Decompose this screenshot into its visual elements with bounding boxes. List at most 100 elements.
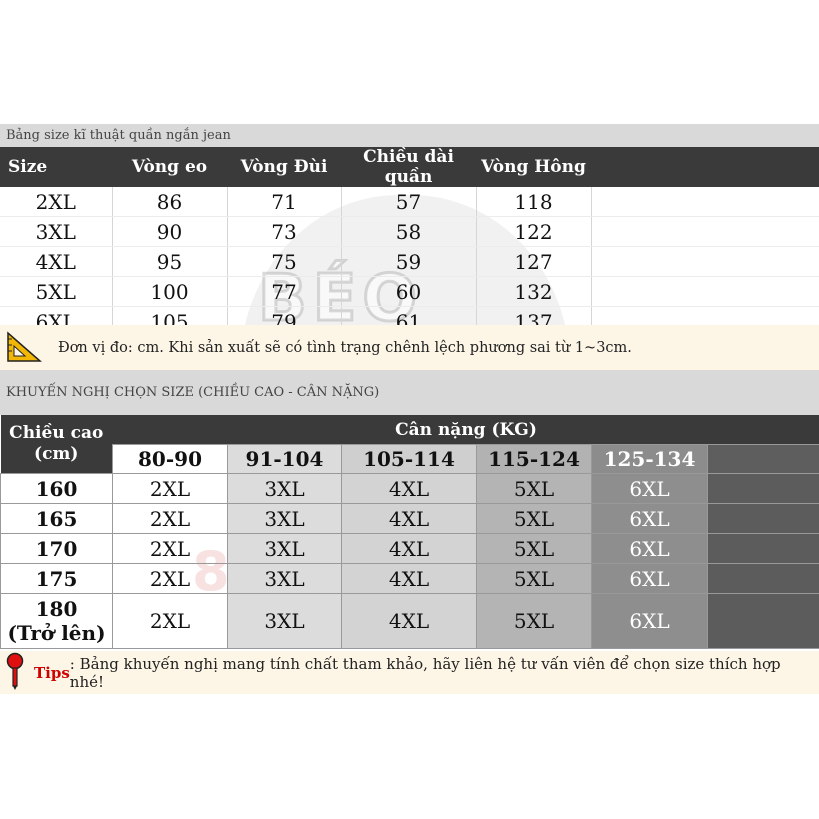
size-cell: 2XL	[112, 473, 228, 504]
thigh-cell: 77	[227, 276, 342, 307]
size-cell: 2XL	[0, 187, 113, 217]
size-cell: 3XL	[227, 503, 342, 534]
size-cell: 6XL	[591, 563, 708, 594]
header-waist: Vòng eo	[112, 147, 227, 187]
unit-note: Đơn vị đo: cm. Khi sản xuất sẽ có tình t…	[0, 325, 819, 370]
size-guide-page: BÉO 80-150 KG Bảng size kĩ thuật quần ng…	[0, 0, 819, 819]
weight-range-cell: 80-90	[112, 444, 228, 474]
size-cell: 4XL	[341, 593, 477, 649]
table-row: 4XL 95 75 59 127	[0, 246, 819, 277]
size-chart-title-text: Bảng size kĩ thuật quần ngắn jean	[6, 128, 231, 143]
empty-cell	[707, 473, 819, 504]
table-row: 170 2XL 3XL 4XL 5XL 6XL	[0, 533, 819, 564]
height-cell: 180 (Trở lên)	[0, 593, 113, 649]
weight-range-cell: 115-124	[476, 444, 592, 474]
height-cell-value: 180	[35, 597, 78, 621]
size-cell: 3XL	[227, 593, 342, 649]
empty-cell	[707, 503, 819, 534]
empty-cell	[591, 216, 819, 247]
size-cell: 6XL	[591, 473, 708, 504]
table-row: 2XL 86 71 57 118	[0, 187, 819, 217]
height-cell-subtext: (Trở lên)	[7, 621, 106, 645]
table-row: 175 2XL 3XL 4XL 5XL 6XL	[0, 563, 819, 594]
empty-cell	[591, 187, 819, 217]
size-chart-title: Bảng size kĩ thuật quần ngắn jean	[0, 124, 819, 147]
hip-cell: 122	[476, 216, 592, 247]
height-header-text: Chiều cao (cm)	[9, 423, 104, 464]
size-cell: 5XL	[476, 593, 592, 649]
weight-range-cell: 91-104	[227, 444, 342, 474]
hip-cell: 127	[476, 246, 592, 277]
tips-bar: Tips : Bảng khuyến nghị mang tính chất t…	[0, 651, 819, 694]
size-cell: 3XL	[227, 563, 342, 594]
table-row: 5XL 100 77 60 132	[0, 276, 819, 307]
empty-cell	[707, 563, 819, 594]
weight-header: Cân nặng (KG)	[112, 415, 819, 445]
height-cell: 170	[0, 533, 113, 564]
size-cell: 5XL	[0, 276, 113, 307]
header-empty	[591, 147, 819, 187]
empty-cell	[591, 246, 819, 277]
waist-cell: 90	[112, 216, 228, 247]
thigh-cell: 75	[227, 246, 342, 277]
table-row: 160 2XL 3XL 4XL 5XL 6XL	[0, 473, 819, 504]
size-cell: 4XL	[341, 563, 477, 594]
height-cell: 165	[0, 503, 113, 534]
size-cell: 4XL	[341, 473, 477, 504]
size-cell: 4XL	[341, 533, 477, 564]
size-cell: 2XL	[112, 593, 228, 649]
table-row: 165 2XL 3XL 4XL 5XL 6XL	[0, 503, 819, 534]
weight-range-cell: 125-134	[591, 444, 708, 474]
table-row: 3XL 90 73 58 122	[0, 216, 819, 247]
hip-cell: 118	[476, 187, 592, 217]
header-hip: Vòng Hông	[476, 147, 591, 187]
length-cell: 59	[341, 246, 477, 277]
tips-label: Tips	[34, 663, 70, 682]
size-cell: 6XL	[591, 593, 708, 649]
hip-cell: 132	[476, 276, 592, 307]
height-cell: 175	[0, 563, 113, 594]
size-cell: 3XL	[0, 216, 113, 247]
size-cell: 3XL	[227, 533, 342, 564]
size-cell: 5XL	[476, 473, 592, 504]
size-cell: 5XL	[476, 503, 592, 534]
height-cell: 160	[0, 473, 113, 504]
size-cell: 6XL	[591, 503, 708, 534]
recommendation-table: Chiều cao (cm) Cân nặng (KG) 80-90 91-10…	[0, 415, 819, 649]
length-cell: 58	[341, 216, 477, 247]
tips-text: : Bảng khuyến nghị mang tính chất tham k…	[69, 654, 781, 691]
weight-range-empty	[707, 444, 819, 474]
recommendation-title: KHUYẾN NGHỊ CHỌN SIZE (CHIỀU CAO - CÂN N…	[0, 370, 819, 415]
size-chart-header-row: Size Vòng eo Vòng Đùi Chiều dài quần Vòn…	[0, 147, 819, 187]
length-cell: 60	[341, 276, 477, 307]
waist-cell: 86	[112, 187, 228, 217]
size-cell: 6XL	[591, 533, 708, 564]
table-row: 180 (Trở lên) 2XL 3XL 4XL 5XL 6XL	[0, 593, 819, 649]
set-square-icon	[6, 329, 44, 367]
size-cell: 2XL	[112, 503, 228, 534]
size-cell: 2XL	[112, 533, 228, 564]
size-cell: 4XL	[341, 503, 477, 534]
weight-range-row: 80-90 91-104 105-114 115-124 125-134	[1, 444, 819, 474]
weight-range-cell: 105-114	[341, 444, 477, 474]
header-thigh: Vòng Đùi	[227, 147, 341, 187]
pushpin-icon	[6, 652, 24, 694]
unit-note-text: Đơn vị đo: cm. Khi sản xuất sẽ có tình t…	[58, 339, 632, 356]
empty-cell	[707, 533, 819, 564]
empty-cell	[591, 276, 819, 307]
header-size: Size	[0, 147, 112, 187]
waist-cell: 95	[112, 246, 228, 277]
size-cell: 5XL	[476, 563, 592, 594]
size-cell: 3XL	[227, 473, 342, 504]
header-length: Chiều dài quần	[341, 147, 476, 187]
size-chart-table: Size Vòng eo Vòng Đùi Chiều dài quần Vòn…	[0, 147, 819, 337]
empty-cell	[707, 593, 819, 649]
length-cell: 57	[341, 187, 477, 217]
height-header: Chiều cao (cm)	[0, 415, 113, 474]
thigh-cell: 73	[227, 216, 342, 247]
recommendation-title-text: KHUYẾN NGHỊ CHỌN SIZE (CHIỀU CAO - CÂN N…	[6, 385, 380, 400]
recommendation-header-row: Chiều cao (cm) Cân nặng (KG)	[0, 415, 819, 474]
size-cell: 4XL	[0, 246, 113, 277]
size-cell: 2XL	[112, 563, 228, 594]
waist-cell: 100	[112, 276, 228, 307]
